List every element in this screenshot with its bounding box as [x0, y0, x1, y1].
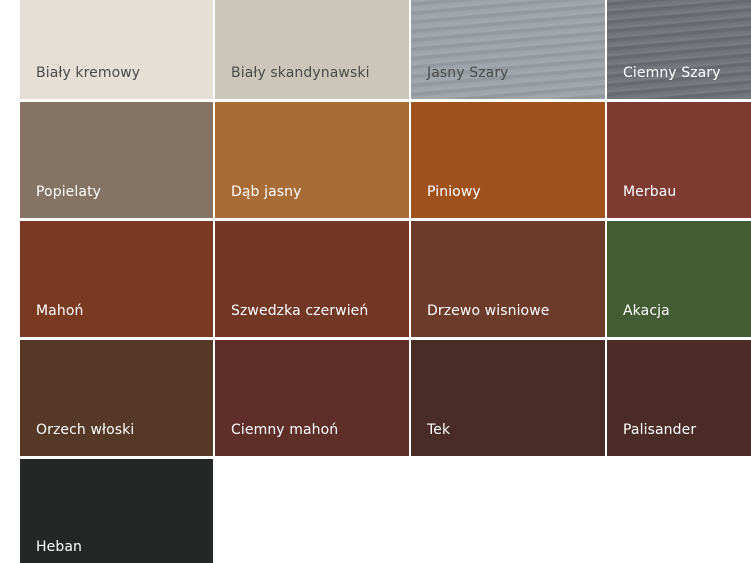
swatch-ciemny-szary[interactable]: Ciemny Szary	[607, 0, 751, 99]
swatch-bialy-skandynawski[interactable]: Biały skandynawski	[215, 0, 409, 99]
swatch-label: Drzewo wisniowe	[427, 303, 550, 319]
swatch-label: Tek	[427, 422, 451, 438]
swatch-mahon[interactable]: Mahoń	[20, 221, 213, 337]
swatch-label: Popielaty	[36, 184, 102, 200]
swatch-label: Biały skandynawski	[231, 65, 370, 81]
swatch-heban[interactable]: Heban	[20, 459, 213, 563]
swatch-label: Orzech włoski	[36, 422, 135, 438]
swatch-merbau[interactable]: Merbau	[607, 102, 751, 218]
swatch-label: Heban	[36, 539, 82, 555]
swatch-akacja[interactable]: Akacja	[607, 221, 751, 337]
swatch-label: Biały kremowy	[36, 65, 141, 81]
swatch-label: Piniowy	[427, 184, 481, 200]
swatch-tek[interactable]: Tek	[411, 340, 605, 456]
swatch-piniowy[interactable]: Piniowy	[411, 102, 605, 218]
swatch-orzech-wloski[interactable]: Orzech włoski	[20, 340, 213, 456]
swatch-label: Merbau	[623, 184, 677, 200]
swatch-drzewo-wisniowe[interactable]: Drzewo wisniowe	[411, 221, 605, 337]
swatch-label: Szwedzka czerwień	[231, 303, 369, 319]
swatch-palisander[interactable]: Palisander	[607, 340, 751, 456]
swatch-szwedzka-czerwien[interactable]: Szwedzka czerwień	[215, 221, 409, 337]
color-swatch-grid: Biały kremowy Biały skandynawski Jasny S…	[20, 0, 751, 563]
swatch-ciemny-mahon[interactable]: Ciemny mahoń	[215, 340, 409, 456]
swatch-dab-jasny[interactable]: Dąb jasny	[215, 102, 409, 218]
swatch-label: Jasny Szary	[427, 65, 509, 81]
swatch-label: Akacja	[623, 303, 670, 319]
swatch-label: Mahoń	[36, 303, 84, 319]
swatch-label: Dąb jasny	[231, 184, 302, 200]
swatch-popielaty[interactable]: Popielaty	[20, 102, 213, 218]
swatch-label: Ciemny Szary	[623, 65, 721, 81]
swatch-jasny-szary[interactable]: Jasny Szary	[411, 0, 605, 99]
swatch-bialy-kremowy[interactable]: Biały kremowy	[20, 0, 213, 99]
swatch-label: Ciemny mahoń	[231, 422, 339, 438]
swatch-label: Palisander	[623, 422, 697, 438]
